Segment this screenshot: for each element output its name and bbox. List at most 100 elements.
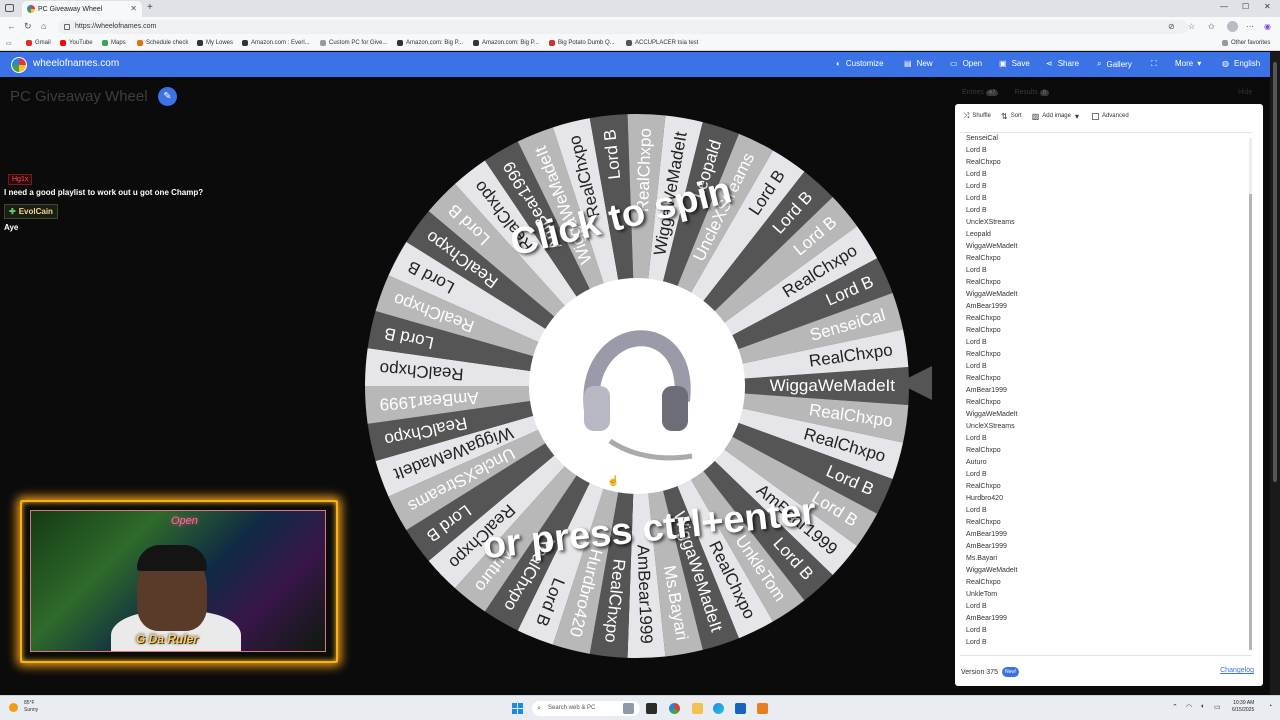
- entry-line[interactable]: Lord B: [960, 361, 1252, 373]
- entry-line[interactable]: Lord B: [960, 505, 1252, 517]
- volume-icon[interactable]: ◖: [1200, 703, 1204, 710]
- entry-line[interactable]: RealChxpo: [960, 313, 1252, 325]
- bookmark-youtube[interactable]: YouTube: [60, 40, 93, 46]
- maximize-icon[interactable]: ☐: [1242, 2, 1249, 11]
- entry-line[interactable]: AmBear1999: [960, 529, 1252, 541]
- entry-line[interactable]: WiggaWeMadeIt: [960, 565, 1252, 577]
- share-button[interactable]: ⋖ Share: [1046, 59, 1079, 68]
- wifi-icon[interactable]: ◠: [1186, 703, 1192, 711]
- home-icon[interactable]: ⌂: [41, 21, 46, 31]
- tab-entries[interactable]: Entries 47: [962, 89, 999, 96]
- tab-results[interactable]: Results 0: [1014, 89, 1050, 96]
- add-image-button[interactable]: ▨ Add image ▾: [1032, 112, 1082, 121]
- open-button[interactable]: ▭ Open: [950, 59, 982, 68]
- minimize-icon[interactable]: —: [1220, 2, 1228, 11]
- favorites-icon[interactable]: ✩: [1208, 22, 1215, 31]
- wheel-title[interactable]: PC Giveaway Wheel: [10, 88, 148, 105]
- weather-icon[interactable]: [9, 703, 18, 712]
- entry-line[interactable]: Auturo: [960, 457, 1252, 469]
- entry-line[interactable]: Ms.Bayari: [960, 553, 1252, 565]
- entry-line[interactable]: SenseiCal: [960, 133, 1252, 145]
- fullscreen-button[interactable]: ⛶: [1151, 59, 1162, 69]
- sort-button[interactable]: ⇅ Sort: [1001, 112, 1022, 121]
- shuffle-button[interactable]: ⤨ Shuffle: [963, 111, 991, 121]
- new-tab-icon[interactable]: +: [147, 2, 153, 13]
- bookmark-accuplacer[interactable]: ACCUPLACER tsia test: [626, 40, 698, 46]
- bookmark-amazon-1[interactable]: Amazon.com : Everl...: [242, 40, 310, 46]
- task-view-icon[interactable]: [646, 703, 657, 714]
- edge-icon[interactable]: [713, 703, 724, 714]
- entry-line[interactable]: Lord B: [960, 433, 1252, 445]
- entry-line[interactable]: AmBear1999: [960, 385, 1252, 397]
- entry-line[interactable]: WiggaWeMadeIt: [960, 241, 1252, 253]
- settings-menu-icon[interactable]: ⋯: [1246, 22, 1254, 31]
- widget-icon[interactable]: [623, 703, 634, 714]
- new-button[interactable]: ▤ New: [904, 59, 933, 68]
- entry-line[interactable]: Hurdbro420: [960, 493, 1252, 505]
- bookmarks-menu-icon[interactable]: ▭: [6, 40, 12, 47]
- entry-line[interactable]: WiggaWeMadeIt: [960, 289, 1252, 301]
- close-tab-icon[interactable]: ✕: [130, 4, 137, 13]
- wheel-center-image[interactable]: [529, 278, 745, 494]
- favorite-star-icon[interactable]: ☆: [1188, 22, 1195, 31]
- entry-line[interactable]: Lord B: [960, 337, 1252, 349]
- profile-avatar[interactable]: [1227, 21, 1238, 32]
- tab-actions-icon[interactable]: [5, 4, 14, 12]
- back-icon[interactable]: ←: [7, 21, 16, 31]
- browser-tab[interactable]: PC Giveaway Wheel ✕: [22, 1, 142, 17]
- url-field[interactable]: https://wheelofnames.com: [58, 20, 1188, 34]
- start-button[interactable]: [512, 703, 523, 714]
- gallery-button[interactable]: ⌕ Gallery: [1097, 59, 1132, 69]
- entry-line[interactable]: RealChxpo: [960, 577, 1252, 589]
- bookmark-maps[interactable]: Maps: [102, 40, 126, 46]
- entry-line[interactable]: Leopald: [960, 229, 1252, 241]
- taskbar-clock[interactable]: 10:39 AM 6/15/2025: [1232, 700, 1254, 714]
- file-explorer-icon[interactable]: [692, 703, 703, 714]
- bookmark-amazon-3[interactable]: Amazon.com: Big P...: [473, 40, 539, 46]
- close-window-icon[interactable]: ✕: [1264, 2, 1271, 11]
- entry-line[interactable]: Lord B: [960, 169, 1252, 181]
- bookmark-gmail[interactable]: Gmail: [26, 40, 51, 46]
- bookmark-custom-pc[interactable]: Custom PC for Give...: [320, 40, 387, 46]
- entry-line[interactable]: AmBear1999: [960, 541, 1252, 553]
- more-menu[interactable]: More ▾: [1175, 59, 1206, 68]
- entries-textarea[interactable]: SenseiCal Lord B RealChxpo Lord B Lord B Lord…: [960, 132, 1252, 656]
- entry-line[interactable]: RealChxpo: [960, 253, 1252, 265]
- entry-line[interactable]: UncleXStreams: [960, 421, 1252, 433]
- bookmark-my-lowes[interactable]: My Lowes: [197, 40, 233, 46]
- language-menu[interactable]: ◍ English: [1222, 59, 1260, 68]
- app-icon[interactable]: [757, 703, 768, 714]
- weather-widget[interactable]: 85°F Sunny: [24, 700, 38, 714]
- reader-icon[interactable]: ⊘: [1168, 22, 1175, 31]
- entry-line[interactable]: RealChxpo: [960, 349, 1252, 361]
- entry-line[interactable]: RealChxpo: [960, 157, 1252, 169]
- copilot-app-icon[interactable]: [669, 703, 680, 714]
- bookmark-big-potato[interactable]: Big Potato Dumb Q...: [549, 40, 615, 46]
- entry-line[interactable]: Lord B: [960, 145, 1252, 157]
- entries-scrollbar[interactable]: [1249, 138, 1252, 650]
- entry-line[interactable]: RealChxpo: [960, 517, 1252, 529]
- entry-line[interactable]: RealChxpo: [960, 481, 1252, 493]
- bookmark-amazon-2[interactable]: Amazon.com: Big P...: [397, 40, 463, 46]
- save-button[interactable]: ▣ Save: [999, 59, 1030, 68]
- logo-wheel-icon[interactable]: [11, 57, 27, 73]
- battery-icon[interactable]: ▭: [1214, 703, 1221, 711]
- other-favorites[interactable]: Other favorites: [1222, 40, 1270, 46]
- entry-line[interactable]: Lord B: [960, 469, 1252, 481]
- entry-line[interactable]: UncleXStreams: [960, 217, 1252, 229]
- entry-line[interactable]: RealChxpo: [960, 445, 1252, 457]
- entry-line[interactable]: Lord B: [960, 637, 1252, 649]
- site-info-icon[interactable]: [64, 24, 70, 30]
- advanced-checkbox[interactable]: Advanced: [1091, 112, 1129, 120]
- customize-button[interactable]: ◐ Customize: [836, 59, 884, 68]
- entry-line[interactable]: RealChxpo: [960, 325, 1252, 337]
- notification-icon[interactable]: ◔: [1268, 703, 1272, 710]
- entry-line[interactable]: Lord B: [960, 181, 1252, 193]
- copilot-icon[interactable]: ◉: [1264, 22, 1271, 31]
- entry-line[interactable]: Lord B: [960, 265, 1252, 277]
- entry-line[interactable]: RealChxpo: [960, 373, 1252, 385]
- entry-line[interactable]: AmBear1999: [960, 613, 1252, 625]
- entry-line[interactable]: WiggaWeMadeIt: [960, 409, 1252, 421]
- tray-overflow-icon[interactable]: ⌃: [1172, 703, 1178, 711]
- entry-line[interactable]: Lord B: [960, 193, 1252, 205]
